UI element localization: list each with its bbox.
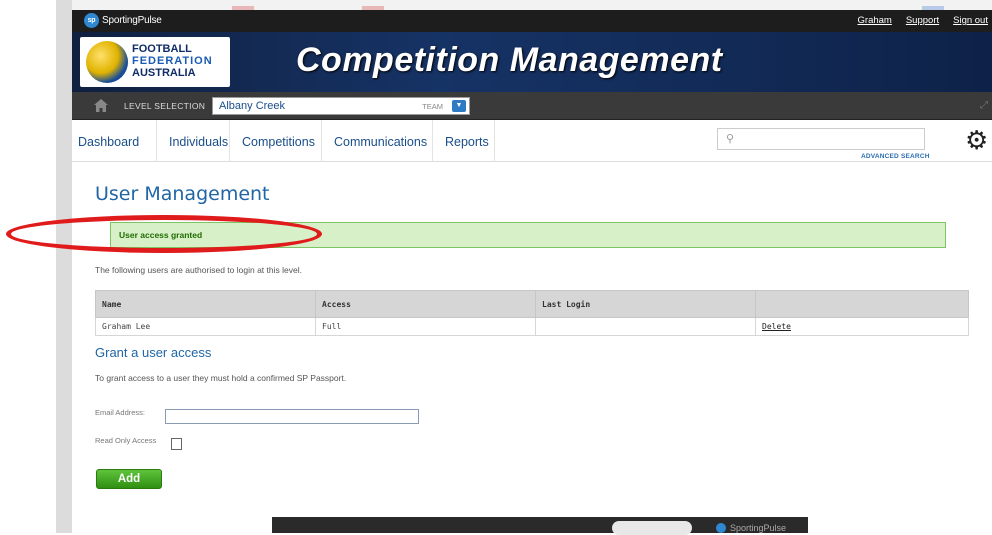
- sign-out-link[interactable]: Sign out: [953, 15, 988, 26]
- ffa-text: FOOTBALL FEDERATION AUSTRALIA: [132, 43, 213, 79]
- gutter-shade: [56, 0, 72, 533]
- nav-competitions[interactable]: Competitions: [230, 120, 322, 162]
- gear-icon[interactable]: ⚙: [965, 126, 991, 154]
- cell-action: Delete: [755, 317, 969, 336]
- nav-dashboard[interactable]: Dashboard: [72, 120, 157, 162]
- search-icon: ⚲: [726, 133, 735, 145]
- email-label: Email Address:: [95, 408, 146, 417]
- col-actions: [755, 290, 969, 318]
- chevron-down-icon[interactable]: ▼: [452, 100, 466, 112]
- ffa-logo: FOOTBALL FEDERATION AUSTRALIA: [80, 37, 230, 87]
- cell-access: Full: [315, 317, 536, 336]
- users-intro-text: The following users are authorised to lo…: [95, 265, 302, 275]
- users-table: Name Access Last Login Graham Lee Full D…: [95, 290, 969, 336]
- col-last-login: Last Login: [535, 290, 756, 318]
- red-annotation-oval: [6, 215, 322, 253]
- user-link[interactable]: Graham: [858, 15, 892, 26]
- col-name: Name: [95, 290, 316, 318]
- cell-last-login: [535, 317, 756, 336]
- sportingpulse-bar: sp SportingPulse Graham Support Sign out: [72, 10, 992, 32]
- overlay-brand-text: SportingPulse: [730, 523, 787, 533]
- expand-icon[interactable]: ⤢: [980, 100, 992, 112]
- header-banner: FOOTBALL FEDERATION AUSTRALIA Competitio…: [72, 32, 992, 92]
- level-type: TEAM: [422, 102, 443, 111]
- read-only-checkbox[interactable]: [171, 438, 182, 450]
- level-selector[interactable]: Albany Creek TEAM ▼: [212, 97, 470, 115]
- level-selection-label: LEVEL SELECTION: [124, 101, 206, 111]
- nav-communications[interactable]: Communications: [322, 120, 433, 162]
- org-line2: FEDERATION: [132, 55, 213, 67]
- sp-brand-text: SportingPulse: [102, 15, 162, 26]
- sp-logo-icon: [716, 523, 726, 533]
- org-line1: FOOTBALL: [132, 43, 192, 55]
- level-selection-bar: LEVEL SELECTION Albany Creek TEAM ▼ ⤢: [72, 92, 992, 120]
- bottom-overlay-frame: SportingPulse: [272, 517, 808, 535]
- delete-link[interactable]: Delete: [762, 322, 791, 331]
- nav-reports[interactable]: Reports: [433, 120, 495, 162]
- cell-name: Graham Lee: [95, 317, 316, 336]
- ffa-ball-icon: [86, 41, 128, 83]
- sportingpulse-logo[interactable]: sp SportingPulse: [84, 13, 162, 28]
- col-access: Access: [315, 290, 536, 318]
- grant-access-title: Grant a user access: [95, 345, 212, 360]
- home-icon[interactable]: [94, 99, 108, 112]
- left-gutter: [0, 0, 72, 533]
- main-nav: Dashboard Individuals Competitions Commu…: [72, 120, 992, 162]
- email-field[interactable]: [165, 409, 419, 424]
- add-button[interactable]: Add: [96, 469, 162, 489]
- app-title: Competition Management: [296, 41, 723, 79]
- sp-logo-icon: sp: [84, 13, 99, 28]
- org-line3: AUSTRALIA: [132, 67, 196, 79]
- support-link[interactable]: Support: [906, 15, 939, 26]
- search-input[interactable]: ⚲: [717, 128, 925, 150]
- browser-top-strip: [72, 0, 992, 10]
- table-row: Graham Lee Full Delete: [95, 317, 969, 336]
- nav-individuals[interactable]: Individuals: [157, 120, 230, 162]
- level-value: Albany Creek: [219, 100, 286, 112]
- read-only-label: Read Only Access: [95, 436, 157, 445]
- advanced-search-link[interactable]: ADVANCED SEARCH: [861, 153, 930, 160]
- table-header-row: Name Access Last Login: [95, 290, 969, 318]
- grant-access-note: To grant access to a user they must hold…: [95, 373, 347, 383]
- user-links: Graham Support Sign out: [858, 15, 988, 26]
- page-title: User Management: [95, 183, 270, 205]
